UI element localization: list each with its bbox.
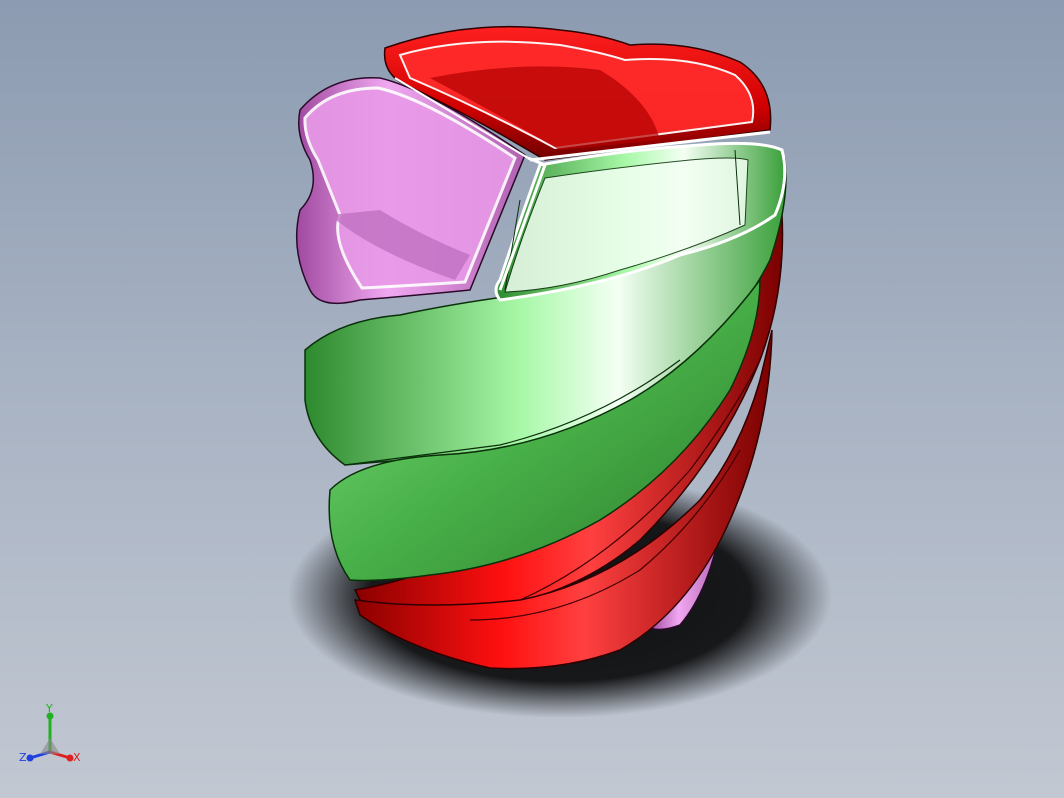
- triad-z-tip: [26, 754, 34, 762]
- graphics-viewport[interactable]: Y X Z: [0, 0, 1064, 798]
- triad-z-label: Z: [19, 751, 27, 764]
- triad-origin-cone: [40, 738, 60, 754]
- triad-y-label: Y: [45, 702, 53, 715]
- reference-triad: Y X Z: [19, 702, 81, 764]
- triad-x-label: X: [73, 751, 81, 764]
- twisted-vase-model[interactable]: [0, 0, 1064, 798]
